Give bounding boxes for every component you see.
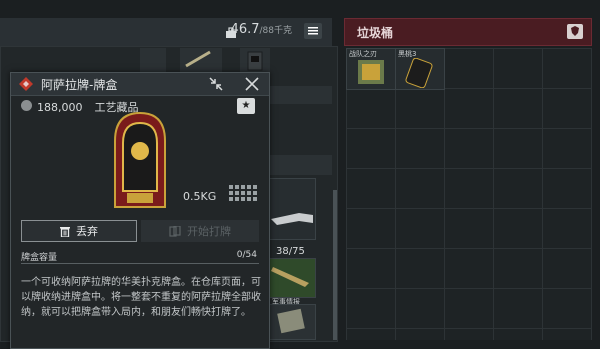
cards-icon [169,225,181,237]
trash-grid [346,48,592,340]
device-icon [247,51,263,71]
capacity-value: 0/54 [236,250,257,260]
item-description: 一个可收纳阿萨拉牌的华美扑克牌盒。在仓库页面，可以牌收纳进牌盒中。将一整套不重复… [21,277,261,318]
blade-card-icon [358,60,384,84]
spade-card-icon [405,58,433,88]
card-box-icon [114,111,166,208]
start-play-button[interactable]: 开始打牌 [141,220,259,242]
trash-title: 垃圾桶 [357,26,394,40]
item-weight: 0.5KG [183,190,217,203]
stash-row-bar [268,86,332,104]
popup-title: 阿萨拉牌-牌盒 [41,78,118,92]
trash-settings-button[interactable] [567,24,583,39]
stash-scrollbar[interactable] [333,190,337,340]
start-play-label: 开始打牌 [187,225,231,238]
weight-readout: 46.7/88千克 [231,22,292,37]
weight-current: 46.7 [230,22,260,37]
trash-header: 垃圾桶 [344,18,592,46]
favorite-star-button[interactable]: ★ [237,98,255,114]
stash-slot-tool[interactable] [180,48,222,72]
coin-icon [21,100,32,111]
close-icon[interactable] [243,75,261,93]
stash-slot[interactable] [140,48,166,74]
capacity-counter: 38/75 [276,246,305,257]
tool-icon [185,50,211,68]
rifle-part-icon [271,267,309,287]
stock-icon [271,213,313,225]
stash-slot-device[interactable] [240,48,270,74]
stash-item-weapon[interactable] [268,178,316,240]
list-icon [308,27,318,35]
stash-header: 46.7/88千克 [0,18,332,47]
stash-item-intel[interactable] [268,304,316,340]
capacity-divider [21,263,259,264]
list-view-button[interactable] [304,23,322,39]
item-price: 188,000 [37,101,83,114]
discard-label: 丢弃 [76,225,98,238]
trash-item-0[interactable]: 战队之刃 [346,48,396,90]
weight-max: /88千克 [259,26,293,36]
rarity-diamond-icon [19,77,33,91]
stash-row-bar [268,155,332,175]
popup-header: 阿萨拉牌-牌盒 [11,73,269,96]
folder-icon [277,308,305,334]
shield-icon [571,26,579,36]
stash-item-green[interactable] [268,258,316,298]
discard-button[interactable]: 丢弃 [21,220,137,242]
capacity-label: 牌盒容量 [21,253,58,263]
trash-item-1[interactable]: 黑桃3 [395,48,445,90]
trash-icon [60,226,70,237]
item-size-grid-icon [229,185,257,201]
collapse-icon[interactable] [208,76,224,92]
item-detail-popup: 阿萨拉牌-牌盒 188,000 工艺藏品 ★ 0.5KG 丢弃 开始打牌 牌盒容量… [10,72,270,349]
